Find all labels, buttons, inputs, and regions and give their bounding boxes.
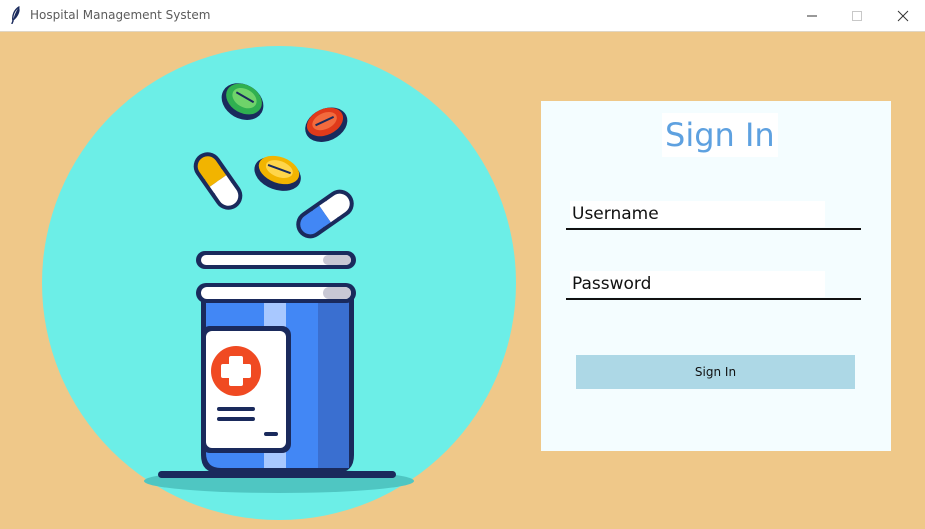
password-field	[566, 271, 861, 300]
username-input[interactable]	[570, 201, 825, 227]
maximize-icon	[852, 10, 862, 21]
login-panel: Sign In Sign In	[541, 101, 891, 451]
medicine-illustration	[42, 46, 516, 520]
username-field	[566, 201, 861, 230]
password-input[interactable]	[570, 271, 825, 297]
minimize-icon	[807, 15, 817, 16]
maximize-button[interactable]	[834, 0, 880, 31]
window-title: Hospital Management System	[30, 8, 211, 22]
sign-in-button[interactable]: Sign In	[576, 355, 855, 389]
close-button[interactable]	[880, 0, 925, 31]
app-window: Hospital Management System Sign In Usern…	[0, 0, 925, 529]
password-underline	[566, 298, 861, 300]
close-icon	[897, 10, 909, 21]
feather-icon	[11, 6, 20, 24]
username-underline	[566, 228, 861, 230]
title-bar: Hospital Management System	[0, 0, 925, 32]
minimize-button[interactable]	[789, 0, 835, 31]
sign-in-title: Sign In	[662, 113, 778, 157]
medicine-bottle-icon	[196, 251, 356, 473]
